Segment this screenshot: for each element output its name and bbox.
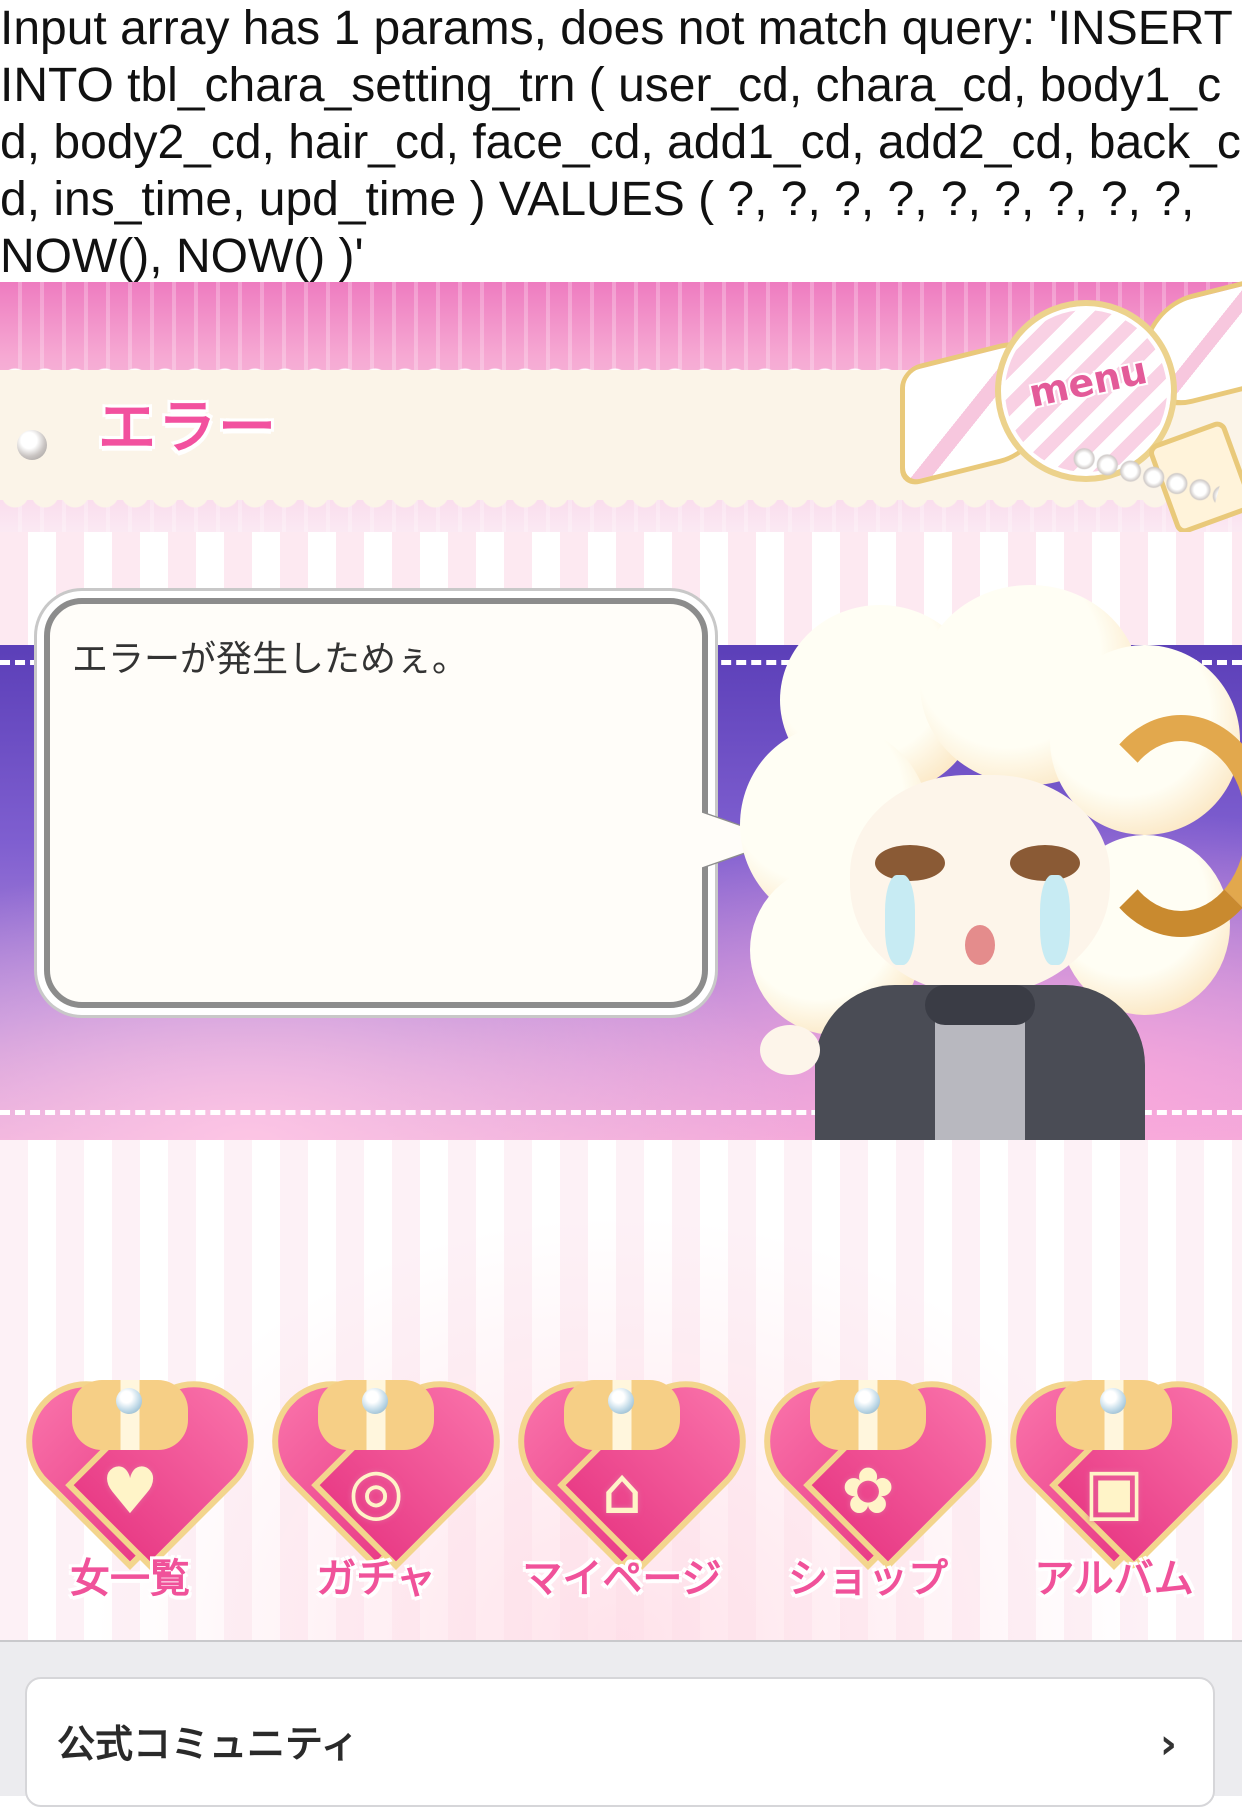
nav-label: ショップ	[788, 1556, 948, 1602]
page-title: エラー	[98, 393, 279, 461]
official-community-link[interactable]: 公式コミュニティ ›	[25, 1677, 1215, 1807]
error-dialog-message: エラーが発生しためぇ。	[72, 639, 469, 680]
gem-icon	[608, 1388, 634, 1414]
sql-error-message: Input array has 1 params, does not match…	[0, 0, 1242, 283]
bowtie-icon	[925, 985, 1035, 1025]
gem-icon	[1100, 1388, 1126, 1414]
gem-icon	[854, 1388, 880, 1414]
house-icon: ⌂	[601, 1455, 643, 1529]
pearl-stud-icon	[17, 430, 47, 460]
suit-vest	[935, 1005, 1025, 1145]
nav-label: 女一覧	[70, 1556, 190, 1602]
speech-bubble: エラーが発生しためぇ。	[44, 598, 708, 1008]
rings-icon: ◎	[348, 1455, 404, 1529]
eye-right	[1010, 845, 1080, 881]
crying-sheep-character	[720, 585, 1242, 1145]
menu-button[interactable]: menu	[900, 273, 1242, 537]
nav-item-gacha[interactable]: ◎ ガチャ	[258, 1380, 494, 1640]
footer: 公式コミュニティ ›	[0, 1640, 1242, 1807]
gem-icon	[116, 1388, 142, 1414]
community-label: 公式コミュニティ	[57, 1722, 359, 1766]
nav-label: マイページ	[522, 1556, 722, 1602]
candy-icon: ✿	[841, 1455, 895, 1529]
suit-jacket	[815, 985, 1145, 1145]
hearts-icon: ♥	[101, 1455, 159, 1529]
nav-label: アルバム	[1034, 1556, 1194, 1602]
sheep-hand	[760, 1025, 820, 1075]
tear-right	[1040, 875, 1070, 965]
tear-left	[885, 875, 915, 965]
gem-icon	[362, 1388, 388, 1414]
nav-item-girl-list[interactable]: ♥ 女一覧	[12, 1380, 248, 1640]
bottom-nav: ♥ 女一覧 ◎ ガチャ ⌂ マイページ ✿ ショップ ▣ アルバム	[0, 1380, 1242, 1640]
nav-item-shop[interactable]: ✿ ショップ	[750, 1380, 986, 1640]
eye-left	[875, 845, 945, 881]
sheep-face	[850, 775, 1110, 995]
photo-icon: ▣	[1083, 1455, 1145, 1529]
chevron-right-icon: ›	[1159, 1719, 1177, 1768]
nav-item-album[interactable]: ▣ アルバム	[996, 1380, 1232, 1640]
nav-label: ガチャ	[316, 1556, 436, 1602]
nav-item-mypage[interactable]: ⌂ マイページ	[504, 1380, 740, 1640]
mouth	[965, 925, 995, 965]
